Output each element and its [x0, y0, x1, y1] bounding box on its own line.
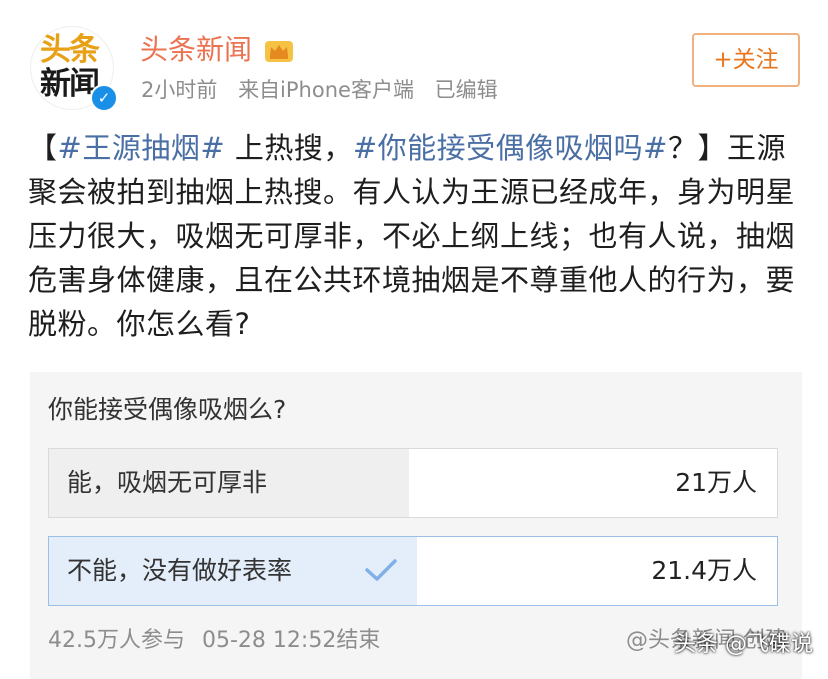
- poll-option[interactable]: 能，吸烟无可厚非 21万人: [48, 448, 778, 518]
- post-meta: 2小时前 来自iPhone客户端 已编辑: [141, 76, 512, 104]
- watermark: 头条 @飞碟说: [674, 632, 813, 657]
- checkmark-icon: [365, 559, 397, 581]
- poll-option-label: 能，吸烟无可厚非: [67, 468, 268, 497]
- bracket-open: 【: [28, 131, 58, 165]
- post-source[interactable]: 来自iPhone客户端: [238, 78, 414, 102]
- poll-end-time: 05-28 12:52结束: [202, 628, 381, 653]
- hashtag-link[interactable]: #你能接受偶像吸烟吗#: [353, 131, 668, 165]
- username[interactable]: 头条新闻: [140, 32, 252, 68]
- poll-participants: 42.5万人参与: [48, 628, 185, 653]
- verified-badge-icon: ✓: [90, 84, 118, 112]
- poll-option-count: 21.4万人: [651, 556, 757, 585]
- edited-label[interactable]: 已编辑: [435, 78, 498, 102]
- post-text-segment: 上热搜，: [225, 131, 353, 165]
- avatar-text-top: 头条: [40, 32, 100, 68]
- poll-option-count: 21万人: [675, 468, 757, 497]
- poll-footer: 42.5万人参与 05-28 12:52结束: [48, 626, 390, 656]
- poll-option-label: 不能，没有做好表率: [67, 556, 293, 585]
- follow-button[interactable]: +关注: [692, 33, 800, 87]
- hashtag-link[interactable]: #王源抽烟#: [58, 131, 226, 165]
- crown-icon: [265, 41, 293, 62]
- poll-option-selected[interactable]: 不能，没有做好表率 21.4万人: [48, 536, 778, 606]
- post-text: 【#王源抽烟# 上热搜，#你能接受偶像吸烟吗#？】王源聚会被拍到抽烟上热搜。有人…: [28, 126, 806, 346]
- poll-question: 你能接受偶像吸烟么?: [48, 395, 287, 424]
- post-time: 2小时前: [141, 78, 218, 102]
